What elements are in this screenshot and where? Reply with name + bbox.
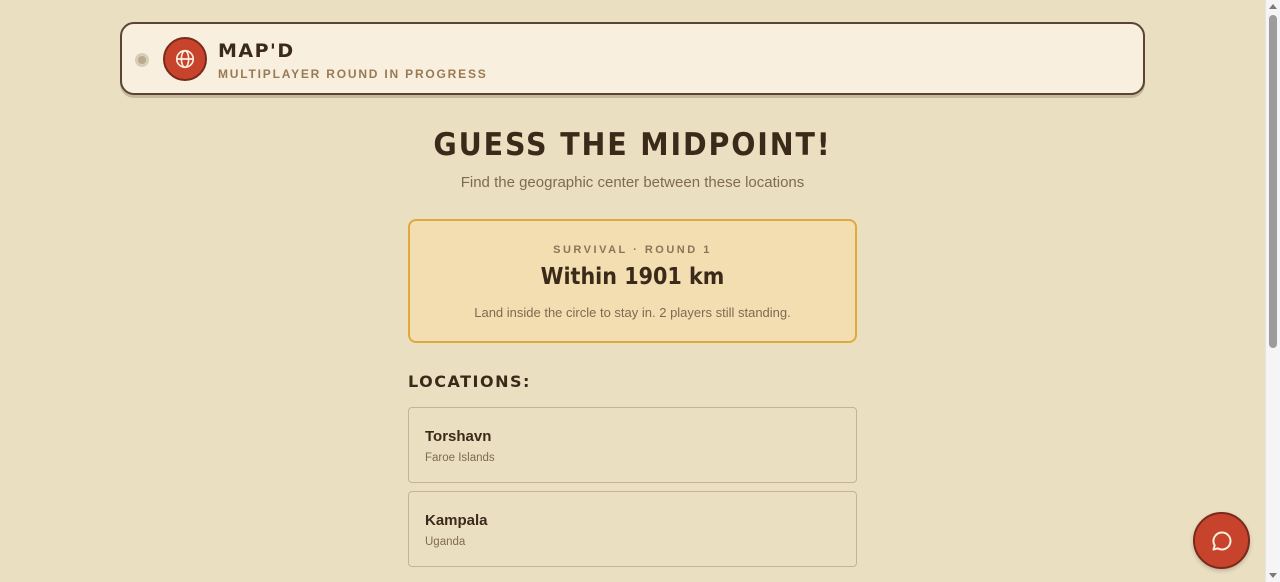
round-info-card: SURVIVAL · ROUND 1 Within 1901 km Land i… [408,219,857,343]
brand-subtitle: MULTIPLAYER ROUND IN PROGRESS [218,67,488,81]
round-label: SURVIVAL · ROUND 1 [553,244,712,256]
locations-heading: LOCATIONS: [408,372,531,391]
scroll-thumb[interactable] [1269,15,1277,348]
location-country: Uganda [425,536,466,548]
location-card: Torshavn Faroe Islands [408,407,857,483]
chat-bubble-icon [1211,530,1231,550]
page-scrollbar[interactable] [1265,0,1280,582]
brand-title: MAP'D [218,40,295,62]
scroll-down-arrow-icon[interactable] [1269,573,1277,578]
location-card: Kampala Uganda [408,491,857,567]
scroll-up-arrow-icon[interactable] [1269,4,1277,9]
globe-icon [175,49,195,69]
round-note: Land inside the circle to stay in. 2 pla… [474,305,791,320]
location-name: Kampala [425,512,488,529]
location-country: Faroe Islands [425,452,495,464]
page-subtitle: Find the geographic center between these… [460,174,805,191]
logo[interactable] [163,37,207,81]
app-header: MAP'D MULTIPLAYER ROUND IN PROGRESS [120,22,1145,95]
connection-status-dot [135,53,149,67]
round-target-distance: Within 1901 km [540,264,725,290]
chat-button[interactable] [1193,512,1250,569]
location-name: Torshavn [425,428,492,445]
page-title: GUESS THE MIDPOINT! [433,127,832,163]
